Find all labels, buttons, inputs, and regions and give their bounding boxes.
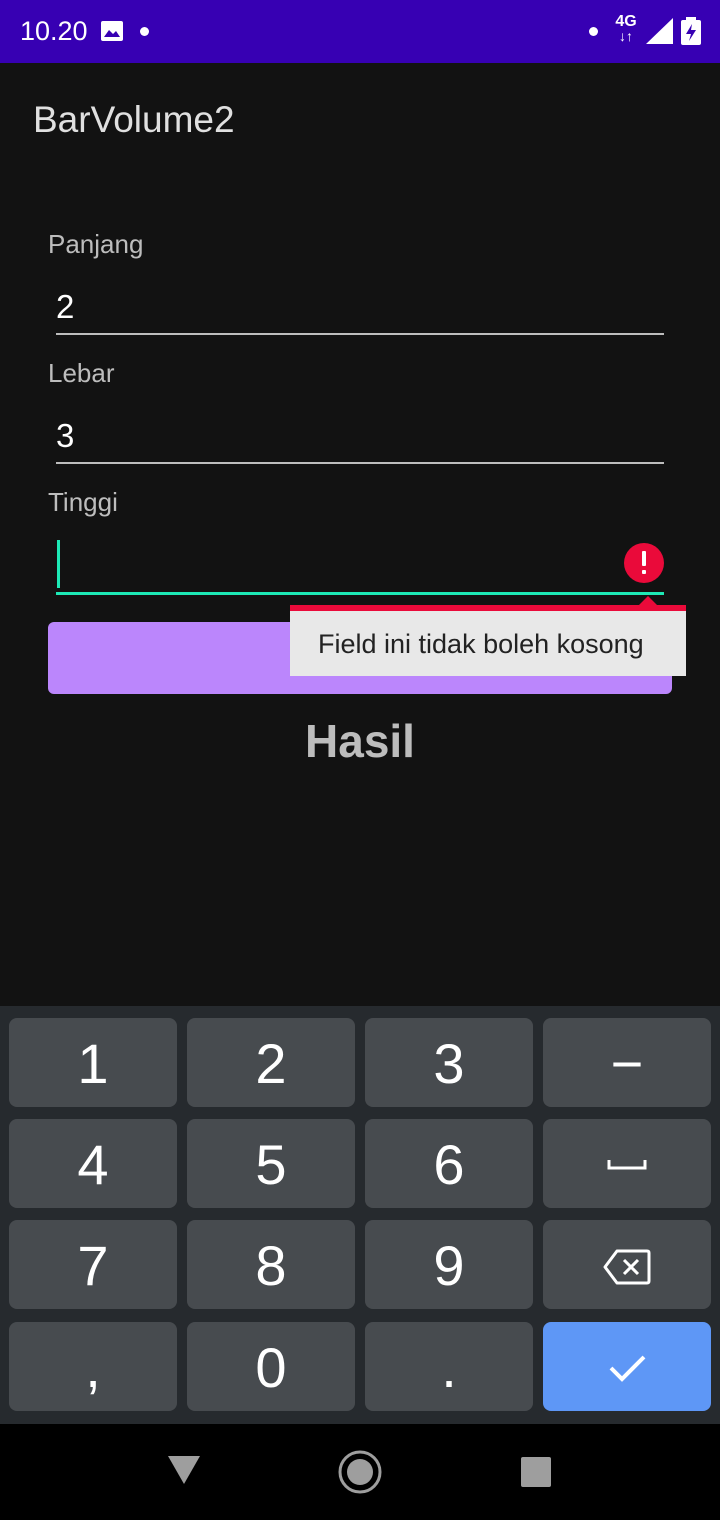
error-message: Field ini tidak boleh kosong (318, 629, 644, 659)
key-5[interactable]: 5 (187, 1119, 355, 1208)
numeric-keyboard: 1 2 3 − 4 5 6 7 8 9 , 0 . (0, 1006, 720, 1424)
panjang-input[interactable]: 2 (56, 284, 664, 340)
lebar-underline (56, 462, 664, 464)
tinggi-input[interactable] (56, 540, 664, 596)
panjang-underline (56, 333, 664, 335)
key-1[interactable]: 1 (9, 1018, 177, 1107)
key-period[interactable]: . (365, 1322, 533, 1411)
key-3[interactable]: 3 (365, 1018, 533, 1107)
key-done[interactable] (543, 1322, 711, 1411)
battery-charging-icon (681, 17, 701, 45)
image-icon (101, 21, 123, 41)
key-0[interactable]: 0 (187, 1322, 355, 1411)
key-7[interactable]: 7 (9, 1220, 177, 1309)
space-icon (607, 1160, 647, 1170)
key-8[interactable]: 8 (187, 1220, 355, 1309)
lebar-input[interactable]: 3 (56, 413, 664, 469)
result-label: Hasil (305, 715, 415, 767)
network-type: 4G ↓↑ (615, 13, 637, 44)
key-6[interactable]: 6 (365, 1119, 533, 1208)
home-icon[interactable] (337, 1449, 383, 1495)
key-comma[interactable]: , (9, 1322, 177, 1411)
key-space[interactable] (543, 1119, 711, 1208)
key-minus[interactable]: − (543, 1018, 711, 1107)
status-time: 10.20 (20, 16, 88, 46)
back-icon[interactable] (166, 1454, 202, 1486)
key-2[interactable]: 2 (187, 1018, 355, 1107)
key-4[interactable]: 4 (9, 1119, 177, 1208)
recents-icon[interactable] (520, 1456, 552, 1488)
text-cursor (57, 540, 60, 588)
key-backspace[interactable] (543, 1220, 711, 1309)
notification-dot-icon (589, 27, 598, 36)
app-title: BarVolume2 (33, 99, 235, 140)
signal-icon (646, 18, 673, 44)
lebar-label: Lebar (48, 358, 115, 388)
notification-dot-icon (140, 27, 149, 36)
tinggi-label: Tinggi (48, 487, 118, 517)
key-9[interactable]: 9 (365, 1220, 533, 1309)
check-icon (609, 1355, 646, 1382)
status-bar: 10.20 4G ↓↑ (0, 0, 720, 63)
tinggi-underline (56, 592, 664, 595)
backspace-icon (603, 1249, 651, 1285)
navigation-bar (0, 1424, 720, 1520)
panjang-label: Panjang (48, 229, 144, 259)
error-icon[interactable] (624, 543, 664, 583)
